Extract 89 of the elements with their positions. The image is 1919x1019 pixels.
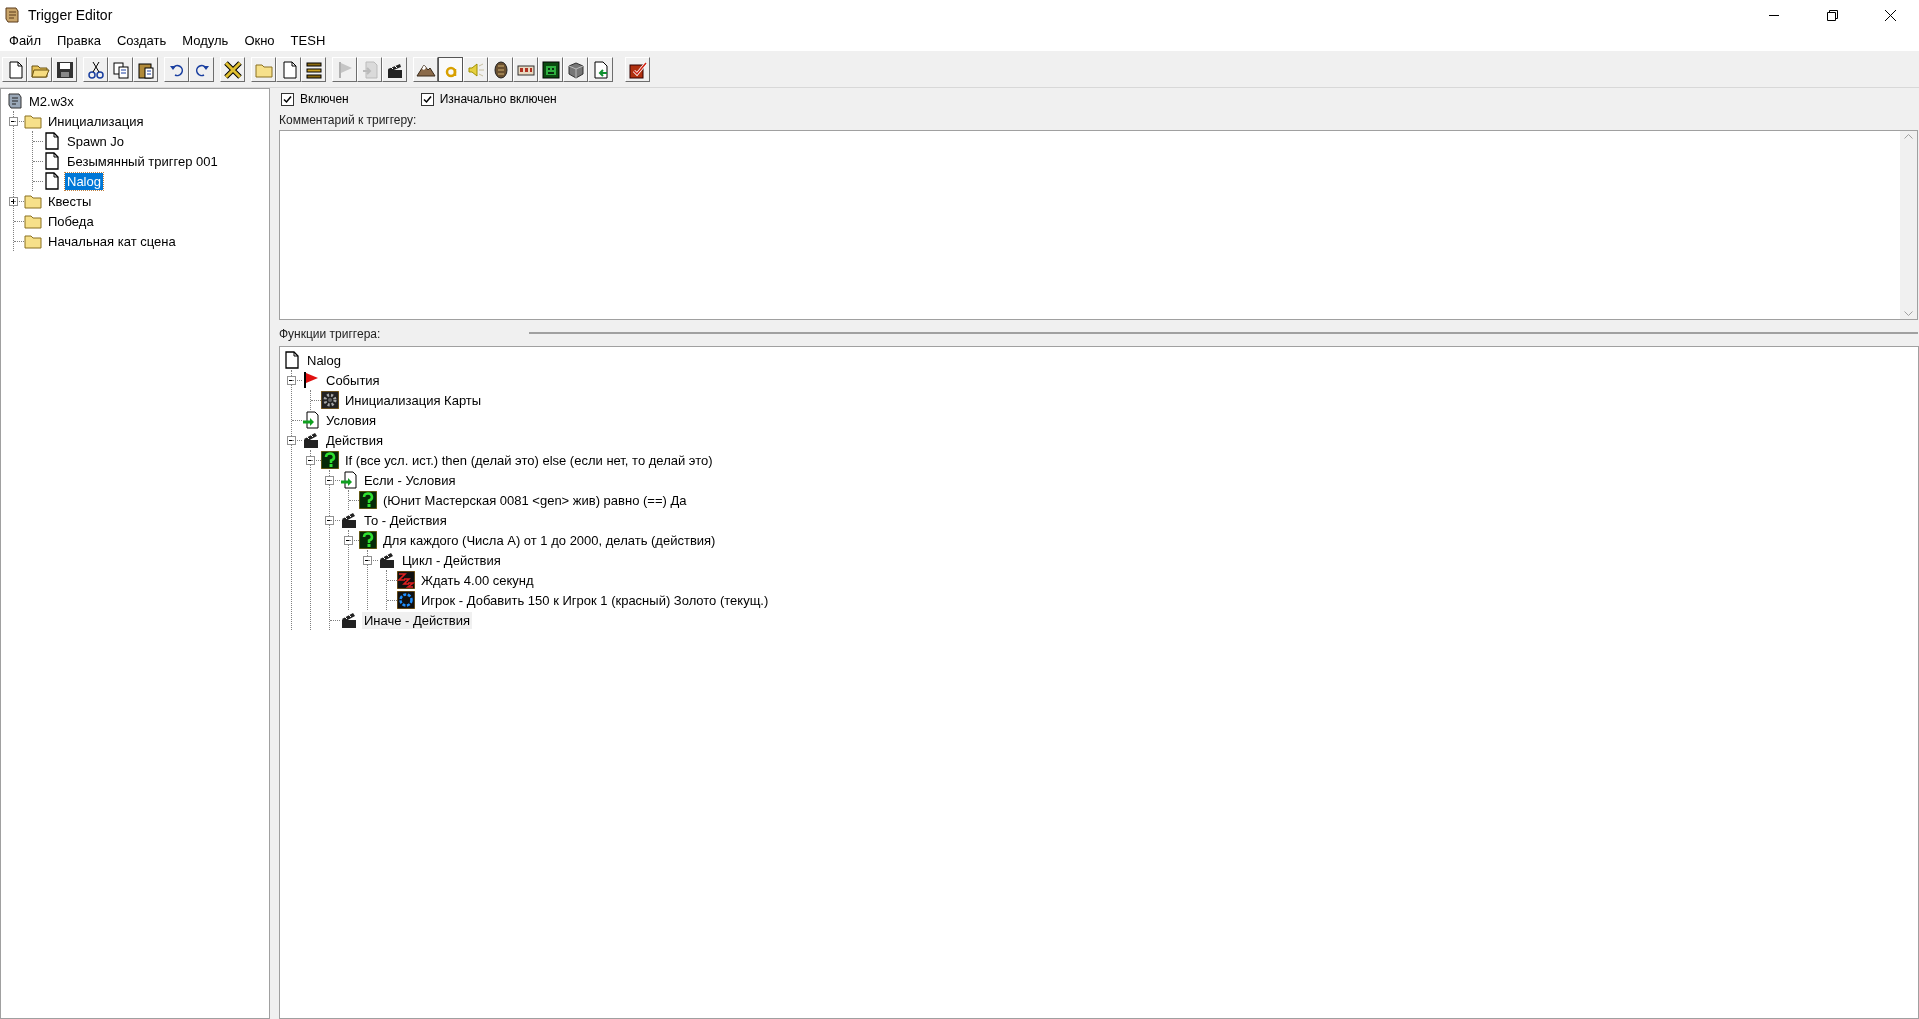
tree-item[interactable]: (Юнит Мастерская 0081 <gen> жив) равно (==) Да <box>381 491 689 509</box>
tree-item[interactable]: Цикл - Действия <box>400 551 503 569</box>
tree-item[interactable]: Ждать 4.00 секунд <box>419 571 536 589</box>
folder-icon <box>24 112 42 130</box>
tree-item[interactable]: Инициализация <box>46 112 146 130</box>
tree-item[interactable]: Инициализация Карты <box>343 391 484 409</box>
document-icon <box>43 152 61 170</box>
x-icon <box>222 59 243 80</box>
save-icon <box>54 59 75 80</box>
tree-item[interactable]: То - Действия <box>362 511 449 529</box>
folder-icon <box>24 192 42 210</box>
tree-item[interactable]: Nalog <box>65 172 103 190</box>
copy-icon <box>110 59 131 80</box>
document-icon <box>283 351 301 369</box>
zzz-icon <box>397 571 415 589</box>
collapse-toggle[interactable] <box>306 455 315 465</box>
collapse-toggle[interactable] <box>287 375 296 385</box>
collapse-toggle[interactable] <box>325 515 334 525</box>
tree-item[interactable]: Условия <box>324 411 379 429</box>
minus-icon <box>289 377 294 383</box>
tree-item[interactable]: Начальная кат сцена <box>46 232 178 250</box>
minimize-icon <box>1769 14 1779 16</box>
collapse-toggle[interactable] <box>363 555 372 565</box>
minus-icon <box>327 517 332 523</box>
face-icon <box>540 59 561 80</box>
map-scroll-icon <box>5 92 23 110</box>
menu-item[interactable]: Файл <box>1 30 49 51</box>
bars-icon <box>303 59 324 80</box>
window-title: Trigger Editor <box>28 5 113 25</box>
comment-field[interactable] <box>279 130 1918 320</box>
minus-icon <box>327 477 332 483</box>
gear-icon <box>321 391 339 409</box>
collapse-toggle[interactable] <box>287 435 296 445</box>
tree-item[interactable]: Если - Условия <box>362 471 458 489</box>
clapperboard-icon <box>302 431 320 449</box>
tree-item[interactable]: Для каждого (Числа A) от 1 до 2000, делать (действия) <box>381 531 718 549</box>
tree-item[interactable]: Действия <box>324 431 385 449</box>
functions-label: Функции триггера: <box>279 326 382 343</box>
document-icon <box>43 132 61 150</box>
tree-item[interactable]: Игрок - Добавить 150 к Игрок 1 (красный) Золото (текущ.) <box>419 591 771 609</box>
tree-item[interactable]: Spawn Jo <box>65 132 127 150</box>
flag-icon <box>302 371 320 389</box>
expand-toggle[interactable] <box>9 196 18 206</box>
folder-icon <box>24 232 42 250</box>
scissors-icon <box>85 59 106 80</box>
collapse-toggle[interactable] <box>9 116 18 126</box>
collapse-toggle[interactable] <box>344 535 353 545</box>
tree-item[interactable]: События <box>324 371 382 389</box>
minus-icon <box>289 437 294 443</box>
clapperboard-icon <box>340 511 358 529</box>
tree-item[interactable]: Квесты <box>46 192 94 210</box>
menu-item[interactable]: Окно <box>236 30 283 51</box>
checkbox[interactable] <box>281 92 294 106</box>
question-mark-icon <box>359 531 377 549</box>
checkbox[interactable] <box>420 92 434 106</box>
question-mark-icon <box>359 491 377 509</box>
menu-item[interactable]: TESH <box>282 30 334 51</box>
menu-item[interactable]: Правка <box>48 30 109 51</box>
tree-item[interactable]: Иначе - Действия <box>362 611 472 629</box>
tree-item[interactable]: Nalog <box>305 351 343 369</box>
checkbox-label: Изначально включен <box>439 91 557 108</box>
clapperboard-icon <box>378 551 396 569</box>
document-arrow-icon <box>302 411 320 429</box>
circle-arrows-icon <box>397 591 415 609</box>
minus-icon <box>365 557 370 563</box>
folder-icon <box>24 212 42 230</box>
checkbox-icon <box>627 59 648 80</box>
minus-icon <box>346 537 351 543</box>
comment-label: Комментарий к триггеру: <box>279 112 418 129</box>
restore-icon <box>1826 9 1838 21</box>
collapse-toggle[interactable] <box>325 475 334 485</box>
close-icon <box>1884 9 1896 21</box>
tree-item[interactable]: If (все усл. ист.) then (делай это) else (если нет, то делай это) <box>343 451 715 469</box>
document-icon <box>43 172 61 190</box>
tree-item[interactable]: M2.w3x <box>27 92 76 110</box>
cube-icon <box>565 59 586 80</box>
minus-icon <box>11 118 16 124</box>
minus-icon <box>308 457 313 463</box>
tree-item[interactable]: Победа <box>46 212 96 230</box>
document-arrow-icon <box>340 471 358 489</box>
app-icon <box>3 6 21 24</box>
toolbar-button[interactable] <box>438 57 463 82</box>
menu-item[interactable]: Модуль <box>174 30 237 51</box>
question-mark-icon <box>321 451 339 469</box>
plus-icon <box>11 198 16 204</box>
clapperboard-icon <box>340 611 358 629</box>
checkbox-label: Включен <box>300 91 349 108</box>
tree-item[interactable]: Безымянный триггер 001 <box>65 152 220 170</box>
menu-item[interactable]: Создать <box>108 30 175 51</box>
